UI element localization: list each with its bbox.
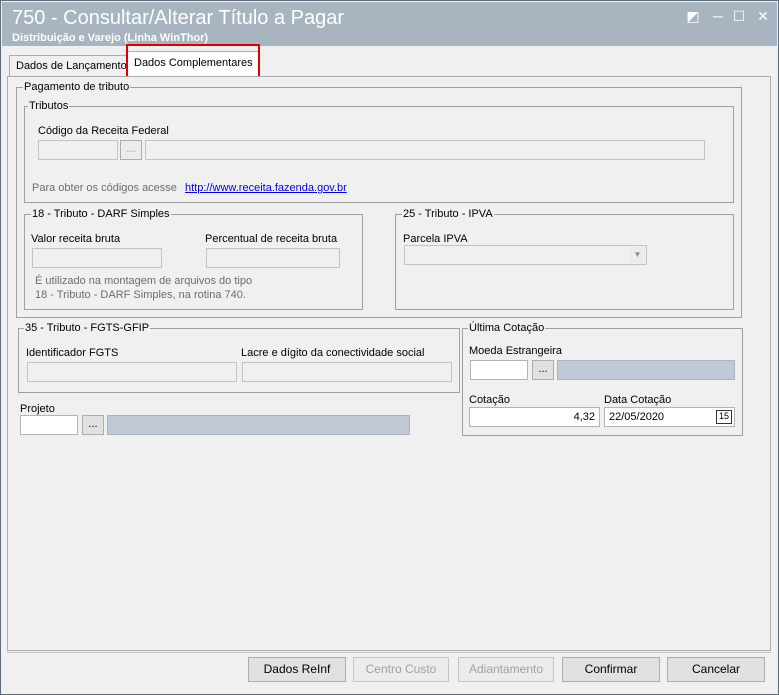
cotacao-legend: Última Cotação: [468, 322, 546, 335]
receita-info-text: Para obter os códigos acesse: [32, 182, 177, 194]
close-icon[interactable]: ✕: [754, 8, 772, 24]
moeda-label: Moeda Estrangeira: [469, 345, 562, 357]
lacre-label: Lacre e dígito da conectividade social: [241, 347, 425, 359]
darf-note-line1: É utilizado na montagem de arquivos do t…: [35, 275, 253, 287]
projeto-desc-field: [107, 415, 410, 435]
tab-dados-lancamento[interactable]: Dados de Lançamento: [9, 55, 134, 77]
tab-page: Pagamento de tributo Tributos Código da …: [7, 76, 771, 651]
codigo-receita-browse-button[interactable]: ...: [120, 140, 142, 160]
maximize-icon[interactable]: ☐: [730, 8, 748, 24]
moeda-desc-field: [557, 360, 735, 380]
chevron-down-icon[interactable]: ▼: [630, 247, 645, 263]
cotacao-input[interactable]: 4,32: [469, 407, 600, 427]
pagamento-legend: Pagamento de tributo: [23, 81, 131, 94]
tributos-legend: Tributos: [28, 100, 70, 113]
projeto-code-input[interactable]: [20, 415, 78, 435]
codigo-receita-label: Código da Receita Federal: [38, 125, 169, 137]
dados-reinf-button[interactable]: Dados ReInf: [248, 657, 346, 682]
darf-group: 18 - Tributo - DARF Simples Valor receit…: [24, 208, 363, 310]
percentual-receita-input[interactable]: [206, 248, 340, 268]
title-bar: 750 - Consultar/Alterar Título a Pagar D…: [2, 2, 777, 46]
main-window: 750 - Consultar/Alterar Título a Pagar D…: [0, 0, 779, 695]
projeto-browse-button[interactable]: ...: [82, 415, 104, 435]
window-subtitle: Distribuição e Varejo (Linha WinThor): [12, 32, 209, 44]
darf-legend: 18 - Tributo - DARF Simples: [31, 208, 171, 221]
lacre-input[interactable]: [242, 362, 452, 382]
moeda-browse-button[interactable]: ...: [532, 360, 554, 380]
restore-icon[interactable]: ◩: [684, 8, 702, 24]
fgts-legend: 35 - Tributo - FGTS-GFIP: [24, 322, 151, 335]
darf-note-line2: 18 - Tributo - DARF Simples, na rotina 7…: [35, 289, 246, 301]
cancelar-button[interactable]: Cancelar: [667, 657, 765, 682]
identificador-fgts-label: Identificador FGTS: [26, 347, 119, 359]
data-cotacao-label: Data Cotação: [604, 394, 672, 406]
adiantamento-button[interactable]: Adiantamento: [458, 657, 554, 682]
tab-strip: Dados de Lançamento Dados Complementares: [7, 51, 771, 77]
moeda-input[interactable]: [470, 360, 528, 380]
tributos-group: Tributos Código da Receita Federal ... P…: [24, 100, 734, 203]
window-title: 750 - Consultar/Alterar Título a Pagar: [12, 7, 345, 29]
identificador-fgts-input[interactable]: [27, 362, 237, 382]
valor-receita-label: Valor receita bruta: [31, 233, 121, 245]
minimize-icon[interactable]: ─: [709, 8, 727, 24]
confirmar-button[interactable]: Confirmar: [562, 657, 660, 682]
tab-highlight-box: [126, 44, 260, 78]
ipva-group: 25 - Tributo - IPVA Parcela IPVA ▼: [395, 208, 734, 310]
pagamento-tributo-group: Pagamento de tributo Tributos Código da …: [16, 81, 742, 318]
data-cotacao-value: 22/05/2020: [609, 411, 665, 423]
valor-receita-input[interactable]: [32, 248, 162, 268]
calendar-icon[interactable]: 15: [716, 410, 732, 424]
data-cotacao-input[interactable]: 22/05/2020 15: [604, 407, 735, 427]
codigo-receita-desc-field[interactable]: [145, 140, 705, 160]
percentual-receita-label: Percentual de receita bruta: [205, 233, 338, 245]
codigo-receita-input[interactable]: [38, 140, 118, 160]
centro-custo-button[interactable]: Centro Custo: [353, 657, 449, 682]
ipva-legend: 25 - Tributo - IPVA: [402, 208, 494, 221]
parcela-ipva-select[interactable]: ▼: [404, 245, 647, 265]
cotacao-group: Última Cotação Moeda Estrangeira ... Cot…: [462, 322, 743, 436]
cotacao-label: Cotação: [469, 394, 510, 406]
fgts-group: 35 - Tributo - FGTS-GFIP Identificador F…: [18, 322, 460, 393]
receita-link[interactable]: http://www.receita.fazenda.gov.br: [185, 182, 347, 195]
